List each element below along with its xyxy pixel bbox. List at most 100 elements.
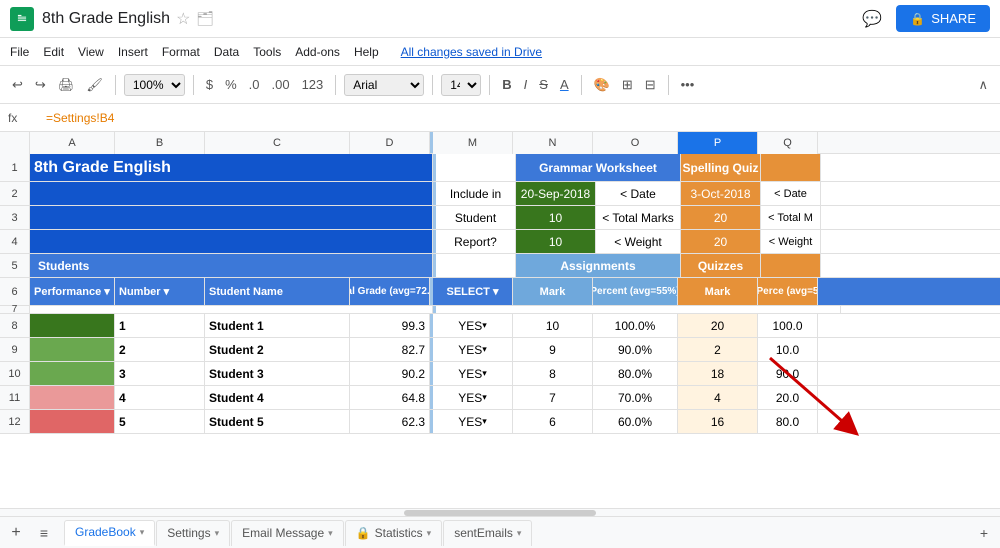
- cell-p12[interactable]: 16: [678, 410, 758, 433]
- cell-a3[interactable]: [30, 206, 433, 229]
- cell-o2[interactable]: < Date: [596, 182, 681, 205]
- cell-m9[interactable]: YES ▾: [433, 338, 513, 361]
- print-button[interactable]: 🖨: [54, 74, 79, 96]
- menu-addons[interactable]: Add-ons: [295, 45, 340, 59]
- strikethrough-button[interactable]: S: [535, 74, 552, 95]
- menu-file[interactable]: File: [10, 45, 29, 59]
- tab-settings-dropdown[interactable]: ▾: [215, 528, 220, 539]
- cell-o3[interactable]: < Total Marks: [596, 206, 681, 229]
- more-button[interactable]: •••: [677, 74, 699, 95]
- col-header-m[interactable]: M: [433, 132, 513, 154]
- cell-q9[interactable]: 10.0: [758, 338, 818, 361]
- cell-n6[interactable]: Mark: [513, 278, 593, 305]
- cell-b11[interactable]: 4: [115, 386, 205, 409]
- cell-a10[interactable]: [30, 362, 115, 385]
- cell-b12[interactable]: 5: [115, 410, 205, 433]
- cell-d12[interactable]: 62.3: [350, 410, 430, 433]
- cell-q8[interactable]: 100.0: [758, 314, 818, 337]
- cell-a11[interactable]: [30, 386, 115, 409]
- cell-p5[interactable]: Quizzes: [681, 254, 761, 277]
- cell-o4[interactable]: < Weight: [596, 230, 681, 253]
- col-header-d[interactable]: D: [350, 132, 430, 154]
- menu-tools[interactable]: Tools: [253, 45, 281, 59]
- cell-m10[interactable]: YES ▾: [433, 362, 513, 385]
- menu-format[interactable]: Format: [162, 45, 200, 59]
- cell-p10[interactable]: 18: [678, 362, 758, 385]
- cell-m2[interactable]: Include in: [436, 182, 516, 205]
- scroll-right-button[interactable]: +: [972, 521, 996, 545]
- cell-p1[interactable]: Spelling Quiz: [681, 154, 761, 181]
- cell-b10[interactable]: 3: [115, 362, 205, 385]
- cell-n1[interactable]: Grammar Worksheet: [516, 154, 681, 181]
- cell-p8[interactable]: 20: [678, 314, 758, 337]
- cell-o6[interactable]: Percent (avg=55%): [593, 278, 678, 305]
- col-header-p[interactable]: P: [678, 132, 758, 154]
- menu-edit[interactable]: Edit: [43, 45, 64, 59]
- cell-q6[interactable]: Perce (avg=5: [758, 278, 818, 305]
- cell-n5[interactable]: Assignments: [516, 254, 681, 277]
- zoom-select[interactable]: 100%: [124, 74, 185, 96]
- cell-n11[interactable]: 7: [513, 386, 593, 409]
- font-select[interactable]: Arial: [344, 74, 424, 96]
- cell-n9[interactable]: 9: [513, 338, 593, 361]
- tab-email-dropdown[interactable]: ▾: [328, 528, 333, 539]
- cell-c9[interactable]: Student 2: [205, 338, 350, 361]
- cell-m11[interactable]: YES ▾: [433, 386, 513, 409]
- cell-c6[interactable]: Student Name: [205, 278, 350, 305]
- col-header-n[interactable]: N: [513, 132, 593, 154]
- col-header-o[interactable]: O: [593, 132, 678, 154]
- menu-view[interactable]: View: [78, 45, 104, 59]
- percent-button[interactable]: %: [221, 74, 241, 95]
- hscroll-bar[interactable]: [0, 508, 1000, 516]
- italic-button[interactable]: I: [520, 74, 532, 95]
- cell-c8[interactable]: Student 1: [205, 314, 350, 337]
- cell-c11[interactable]: Student 4: [205, 386, 350, 409]
- cell-c12[interactable]: Student 5: [205, 410, 350, 433]
- cell-p11[interactable]: 4: [678, 386, 758, 409]
- cell-n10[interactable]: 8: [513, 362, 593, 385]
- cell-p4[interactable]: 20: [681, 230, 761, 253]
- cell-a6[interactable]: Performance ▾: [30, 278, 115, 305]
- cell-d8[interactable]: 99.3: [350, 314, 430, 337]
- cell-n3[interactable]: 10: [516, 206, 596, 229]
- cell-n12[interactable]: 6: [513, 410, 593, 433]
- cell-a5[interactable]: Students: [30, 254, 433, 277]
- cell-o8[interactable]: 100.0%: [593, 314, 678, 337]
- currency-button[interactable]: $: [202, 74, 217, 95]
- col-header-a[interactable]: A: [30, 132, 115, 154]
- share-button[interactable]: 🔒 SHARE: [896, 5, 990, 32]
- cell-p9[interactable]: 2: [678, 338, 758, 361]
- format123-button[interactable]: 123: [298, 74, 328, 95]
- col-header-c[interactable]: C: [205, 132, 350, 154]
- cell-a4[interactable]: [30, 230, 433, 253]
- cell-o10[interactable]: 80.0%: [593, 362, 678, 385]
- cell-n2[interactable]: 20-Sep-2018: [516, 182, 596, 205]
- font-size-select[interactable]: 14: [441, 74, 481, 96]
- menu-help[interactable]: Help: [354, 45, 379, 59]
- cell-o9[interactable]: 90.0%: [593, 338, 678, 361]
- cell-q3[interactable]: < Total M: [761, 206, 821, 229]
- cell-q5[interactable]: [761, 254, 821, 277]
- cell-n4[interactable]: 10: [516, 230, 596, 253]
- tab-email-message[interactable]: Email Message ▾: [231, 520, 344, 546]
- cell-a9[interactable]: [30, 338, 115, 361]
- cell-a1[interactable]: 8th Grade English: [30, 154, 433, 181]
- cell-q1[interactable]: [761, 154, 821, 181]
- cell-q2[interactable]: < Date: [761, 182, 821, 205]
- decimal0-button[interactable]: .0: [245, 74, 264, 95]
- cell-d10[interactable]: 90.2: [350, 362, 430, 385]
- cell-p2[interactable]: 3-Oct-2018: [681, 182, 761, 205]
- cell-d11[interactable]: 64.8: [350, 386, 430, 409]
- merge-button[interactable]: ⊟: [641, 74, 660, 96]
- collapse-toolbar[interactable]: ∧: [974, 74, 992, 96]
- cell-m1[interactable]: [436, 154, 516, 181]
- cell-m7[interactable]: [436, 306, 841, 313]
- col-header-b[interactable]: B: [115, 132, 205, 154]
- cell-a8[interactable]: [30, 314, 115, 337]
- cell-c10[interactable]: Student 3: [205, 362, 350, 385]
- comment-icon[interactable]: 💬: [856, 3, 888, 35]
- menu-insert[interactable]: Insert: [118, 45, 148, 59]
- cell-q11[interactable]: 20.0: [758, 386, 818, 409]
- cell-m3[interactable]: Student: [436, 206, 516, 229]
- cell-q4[interactable]: < Weight: [761, 230, 821, 253]
